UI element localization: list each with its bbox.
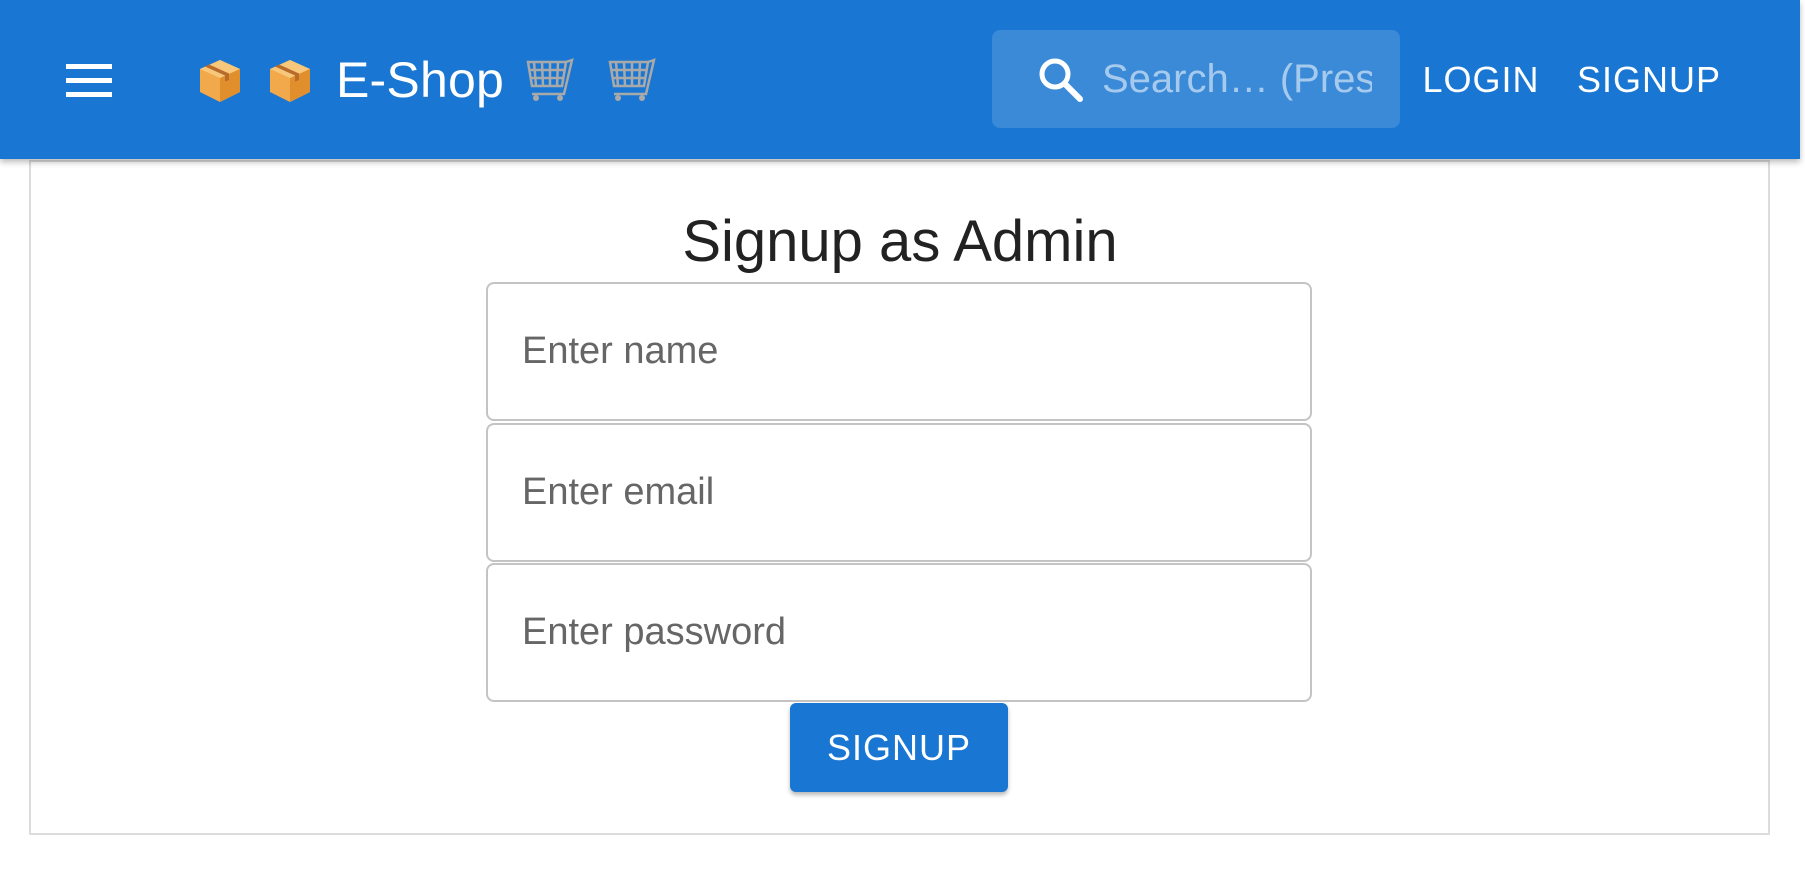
app-bar: E-Shop Search… (Press LOGIN SIGNUP [0, 0, 1800, 159]
email-input[interactable] [488, 425, 1310, 560]
password-field[interactable] [486, 563, 1312, 702]
search-box[interactable] [992, 30, 1400, 128]
menu-button[interactable] [52, 48, 126, 112]
package-icon [196, 56, 244, 104]
login-button[interactable]: LOGIN [1420, 50, 1542, 110]
signup-nav-button[interactable]: SIGNUP [1577, 50, 1720, 110]
search-icon [1030, 49, 1090, 109]
shopping-cart-icon [606, 58, 658, 102]
app-title: E-Shop [336, 52, 504, 108]
hamburger-menu-icon [66, 64, 112, 97]
package-icon [266, 56, 314, 104]
signup-submit-button[interactable]: SIGNUP [790, 703, 1008, 792]
email-field[interactable] [486, 423, 1312, 562]
name-input[interactable] [488, 284, 1310, 419]
shopping-cart-icon [524, 58, 576, 102]
brand[interactable]: E-Shop [196, 44, 688, 116]
name-field[interactable] [486, 282, 1312, 421]
password-input[interactable] [488, 565, 1310, 700]
search-input[interactable] [1102, 56, 1372, 102]
page-title: Signup as Admin [682, 209, 1118, 274]
